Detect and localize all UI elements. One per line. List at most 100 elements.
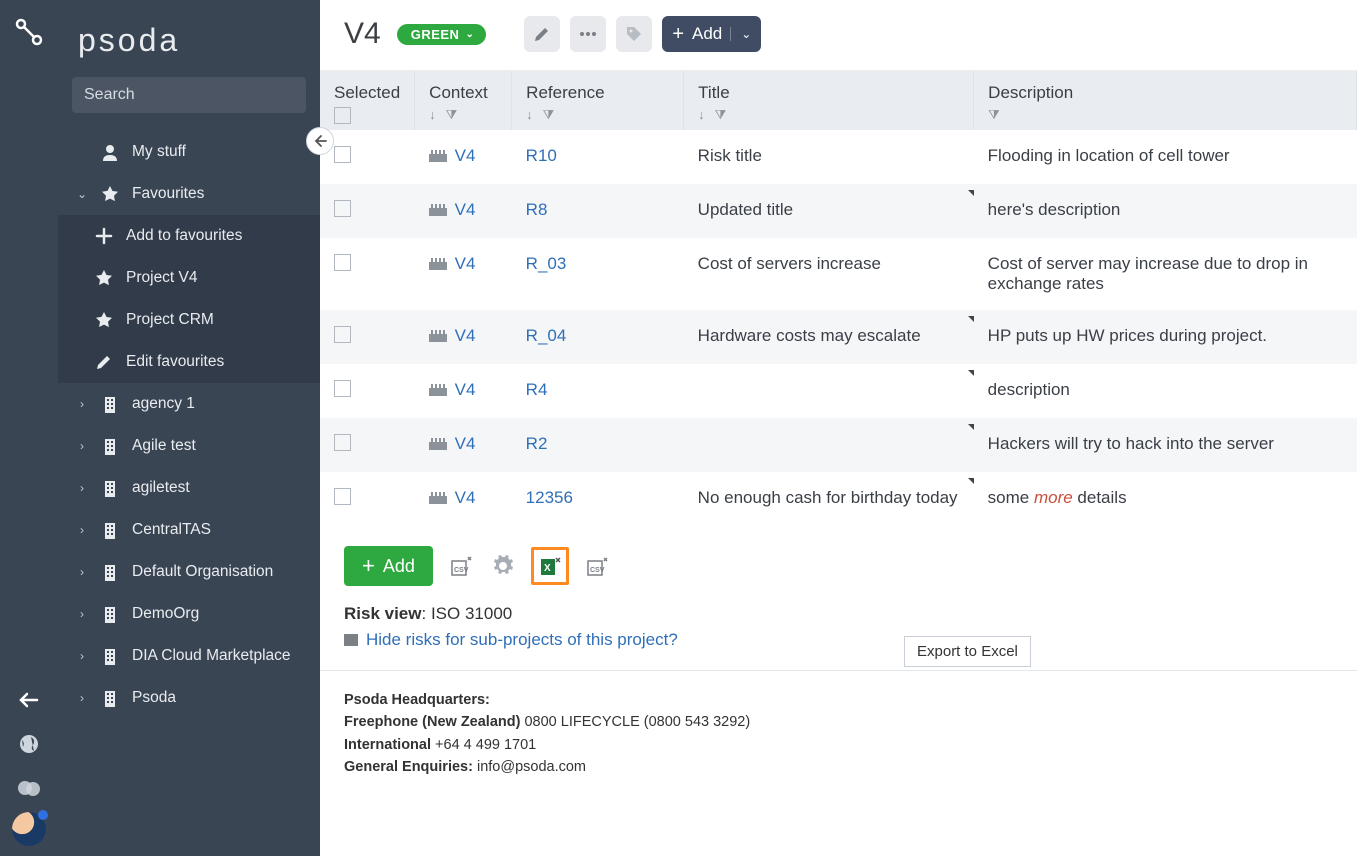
description-cell: Hackers will try to hack into the server (974, 418, 1357, 472)
title-cell (684, 364, 974, 418)
context-link[interactable]: V4 (455, 380, 476, 400)
col-title[interactable]: Title ↓⧩ (684, 71, 974, 130)
nav-org-item[interactable]: ›DIA Cloud Marketplace (58, 635, 320, 677)
table-row: V4 R2 Hackers will try to hack into the se… (320, 418, 1357, 472)
title-cell: No enough cash for birthday today (684, 472, 974, 526)
nav-label: agency 1 (132, 395, 195, 413)
context-link[interactable]: V4 (455, 434, 476, 454)
nav-project-crm[interactable]: Project CRM (58, 299, 320, 341)
nav-org-item[interactable]: › agency 1 (58, 383, 320, 425)
reference-link[interactable]: R4 (526, 380, 548, 399)
export-csv-icon[interactable]: CSV (447, 552, 475, 580)
project-icon (429, 438, 447, 450)
more-button[interactable] (570, 16, 606, 52)
nav-favourites[interactable]: ⌄ Favourites (58, 173, 320, 215)
icon-rail (0, 0, 58, 856)
back-arrow-icon[interactable] (9, 680, 49, 720)
nav-org-item[interactable]: ›Agile test (58, 425, 320, 467)
hide-sub-risks-link[interactable]: Hide risks for sub-projects of this proj… (344, 630, 1333, 650)
svg-text:X: X (544, 563, 551, 574)
building-icon (100, 605, 120, 623)
row-checkbox[interactable] (334, 380, 351, 397)
description-cell: Flooding in location of cell tower (974, 130, 1357, 184)
export-excel-icon[interactable]: X (531, 547, 569, 585)
nav-org-item[interactable]: ›Psoda (58, 677, 320, 719)
col-selected[interactable]: Selected (320, 71, 415, 130)
context-link[interactable]: V4 (455, 200, 476, 220)
nav-label: DemoOrg (132, 605, 199, 623)
sidebar-nav: My stuff ⌄ Favourites Add to favourites (58, 131, 320, 856)
context-link[interactable]: V4 (455, 326, 476, 346)
org-list: ›agency 1›Agile test›agiletest›CentralTA… (58, 383, 320, 719)
row-checkbox[interactable] (334, 200, 351, 217)
nav-project-v4[interactable]: Project V4 (58, 257, 320, 299)
reference-link[interactable]: 12356 (526, 488, 573, 507)
select-all-checkbox[interactable] (334, 107, 351, 124)
add-button[interactable]: + Add ⌄ (662, 16, 761, 52)
nav-edit-favourites[interactable]: Edit favourites (58, 341, 320, 383)
row-checkbox[interactable] (334, 254, 351, 271)
description-cell: HP puts up HW prices during project. (974, 310, 1357, 364)
nav-org-item[interactable]: ›CentralTAS (58, 509, 320, 551)
chevron-right-icon: › (76, 397, 88, 411)
edit-button[interactable] (524, 16, 560, 52)
bottom-toolbar: + Add CSV X CSV (320, 526, 1357, 594)
nav-my-stuff[interactable]: My stuff (58, 131, 320, 173)
context-link[interactable]: V4 (455, 488, 476, 508)
nav-org-item[interactable]: ›agiletest (58, 467, 320, 509)
sort-icon[interactable]: ↓ (698, 107, 705, 123)
context-link[interactable]: V4 (455, 254, 476, 274)
description-cell: description (974, 364, 1357, 418)
collapse-sidebar-button[interactable] (306, 127, 334, 155)
row-checkbox[interactable] (334, 326, 351, 343)
col-description[interactable]: Description ⧩ (974, 71, 1357, 130)
row-checkbox[interactable] (334, 488, 351, 505)
description-cell: Cost of server may increase due to drop … (974, 238, 1357, 310)
tag-button[interactable] (616, 16, 652, 52)
add-label: Add (383, 556, 415, 577)
risk-view-label: Risk view (344, 604, 422, 623)
import-csv-icon[interactable]: CSV (583, 552, 611, 580)
globe-icon[interactable] (9, 724, 49, 764)
row-checkbox[interactable] (334, 146, 351, 163)
nav-label: agiletest (132, 479, 190, 497)
bubbles-icon[interactable] (9, 768, 49, 808)
context-link[interactable]: V4 (455, 146, 476, 166)
filter-icon[interactable]: ⧩ (715, 107, 727, 123)
description-cell: some more details (974, 472, 1357, 526)
building-icon (100, 521, 120, 539)
nav-org-item[interactable]: ›Default Organisation (58, 551, 320, 593)
title-cell: Risk title (684, 130, 974, 184)
filter-icon[interactable]: ⧩ (543, 107, 555, 123)
status-badge[interactable]: GREEN ⌄ (397, 24, 487, 45)
reference-link[interactable]: R10 (526, 146, 557, 165)
reference-link[interactable]: R_04 (526, 326, 567, 345)
search-input[interactable] (72, 77, 306, 113)
reference-link[interactable]: R_03 (526, 254, 567, 273)
filter-icon[interactable]: ⧩ (988, 107, 1000, 123)
chevron-right-icon: › (76, 691, 88, 705)
nav-add-favourite[interactable]: Add to favourites (58, 215, 320, 257)
nav-org-item[interactable]: ›DemoOrg (58, 593, 320, 635)
chevron-down-icon: ⌄ (76, 187, 88, 201)
project-icon (429, 384, 447, 396)
col-reference[interactable]: Reference ↓⧩ (512, 71, 684, 130)
plus-icon: + (362, 553, 375, 579)
project-icon (429, 492, 447, 504)
project-icon (429, 150, 447, 162)
user-avatar[interactable] (12, 812, 46, 846)
sort-icon[interactable]: ↓ (526, 107, 533, 123)
building-icon (100, 647, 120, 665)
logo-icon[interactable] (9, 12, 49, 52)
sort-icon[interactable]: ↓ (429, 107, 436, 123)
settings-icon[interactable] (489, 552, 517, 580)
building-icon (100, 563, 120, 581)
reference-link[interactable]: R8 (526, 200, 548, 219)
add-row-button[interactable]: + Add (344, 546, 433, 586)
col-context[interactable]: Context ↓⧩ (415, 71, 512, 130)
row-checkbox[interactable] (334, 434, 351, 451)
nav-label: Favourites (132, 185, 204, 203)
reference-link[interactable]: R2 (526, 434, 548, 453)
chevron-down-icon: ⌄ (465, 29, 474, 40)
filter-icon[interactable]: ⧩ (446, 107, 458, 123)
